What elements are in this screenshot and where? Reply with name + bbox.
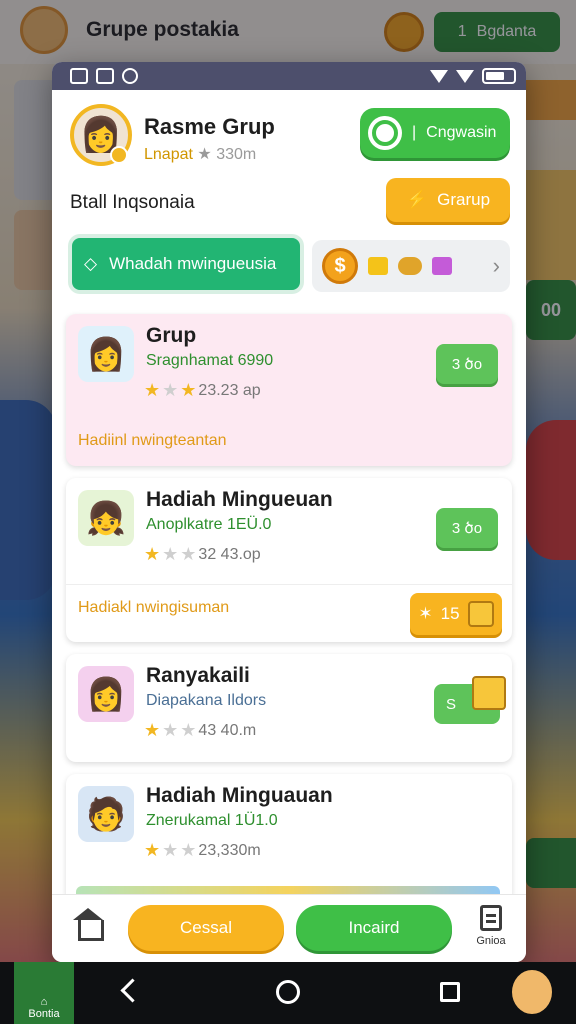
status-toggle-button[interactable]: | Cngwasin: [360, 108, 510, 158]
star-icon: ★: [144, 720, 161, 740]
card-avatar: 👩: [78, 326, 134, 382]
star-empty-icon: ★: [162, 380, 179, 400]
nav-home-tab[interactable]: ⌂ Bontia: [14, 962, 74, 1024]
status-bar-right: [430, 68, 516, 84]
card-join-button[interactable]: 3 ծo: [436, 344, 498, 384]
coin-badge-icon: [110, 146, 128, 164]
card-footer-label: Hadiakl nwingisuman: [78, 599, 230, 616]
group-modal: 👩 Rasme Grup Lnapat ★ 330m | Cngwasin Bt…: [52, 62, 526, 962]
gold-cube-icon: [368, 257, 388, 275]
wifi-icon: [430, 69, 448, 83]
group-card[interactable]: 👩 Grup Sragnhamat 6990 ★ ★ ★ 23.23 ap 3 …: [66, 314, 512, 466]
star-empty-icon: ★: [180, 840, 197, 860]
system-navigation-bar: ⌂ Bontia: [0, 962, 576, 1024]
star-icon: ★: [144, 380, 161, 400]
profile-level: Lnapat: [144, 146, 193, 163]
gold-coins-icon: [398, 257, 422, 275]
card-rating-value: 23.23 ap: [198, 381, 261, 399]
star-empty-icon: ★: [162, 840, 179, 860]
cancel-button[interactable]: Cessal: [128, 905, 284, 951]
confirm-button[interactable]: Incaird: [296, 905, 452, 951]
card-avatar: 🧑: [78, 786, 134, 842]
card-rating: ★ ★ ★ 32 43.op: [144, 544, 261, 565]
home-circle-icon[interactable]: [276, 980, 300, 1004]
battery-icon: [482, 68, 516, 84]
group-card[interactable]: 👧 Hadiah Mingueuan Anoplkatre 1EÜ.0 ★ ★ …: [66, 478, 512, 642]
weekly-button-label: Whadah mwingueusia: [109, 254, 277, 273]
profile-name: Rasme Grup: [144, 114, 275, 139]
grup-button[interactable]: ⚡ Grarup: [386, 178, 510, 222]
claim-reward-button[interactable]: ✶ 15: [410, 593, 502, 635]
gift-outline-icon: ◇: [84, 254, 98, 273]
document-button[interactable]: Gnioa: [466, 905, 516, 955]
card-desc: Diapakana Ildors: [146, 692, 267, 709]
check-icon: [122, 68, 138, 84]
card-rating: ★ ★ ★ 23,330m: [144, 840, 261, 861]
modal-content: 👩 Rasme Grup Lnapat ★ 330m | Cngwasin Bt…: [52, 90, 526, 904]
card-rating: ★ ★ ★ 23.23 ap: [144, 380, 261, 401]
star-empty-icon: ★: [180, 544, 197, 564]
treasure-chest-icon: [467, 601, 494, 627]
group-card[interactable]: 🧑 Hadiah Minguauan Znerukamal 1Ü1.0 ★ ★ …: [66, 774, 512, 904]
coin-icon: $: [322, 248, 358, 284]
profile-stars: 330m: [216, 146, 257, 163]
star-icon: ★: [144, 840, 161, 860]
home-icon: ⌂: [40, 996, 48, 1008]
chevron-right-icon: ›: [492, 253, 500, 278]
document-label: Gnioa: [476, 935, 506, 947]
purple-gem-icon: [432, 257, 452, 275]
star-empty-icon: ★: [180, 720, 197, 740]
nav-tab-label: Bontia: [28, 1008, 60, 1020]
card-footer: Hadiakl nwingisuman ✶ 15: [66, 584, 512, 642]
reward-count: 15: [440, 604, 460, 623]
modal-bottom-bar: Cessal Incaird Gnioa: [52, 894, 526, 962]
card-name: Hadiah Mingueuan: [146, 488, 333, 511]
star-icon: ★: [180, 380, 197, 400]
card-desc: Znerukamal 1Ü1.0: [146, 812, 278, 829]
document-icon: [480, 905, 502, 931]
profile-subtitle: Lnapat ★ 330m: [144, 144, 256, 164]
card-name: Hadiah Minguauan: [146, 784, 333, 807]
weekly-reward-button[interactable]: ◇ Whadah mwingueusia: [72, 238, 300, 290]
card-join-button[interactable]: 3 ծo: [436, 508, 498, 548]
home-button[interactable]: [52, 895, 124, 962]
status-bar: [52, 62, 526, 90]
card-rating-value: 43 40.m: [198, 721, 257, 739]
sparkle-icon: ✶: [418, 604, 433, 623]
treasure-chest-icon: [472, 676, 506, 710]
signal-icon: [456, 69, 474, 83]
card-chest-button[interactable]: S: [434, 676, 506, 724]
back-icon[interactable]: [116, 978, 142, 1004]
card-chest-label: S: [446, 695, 457, 713]
lightning-icon: ⚡: [405, 190, 428, 209]
notification-icon: [70, 68, 88, 84]
star-icon: ★: [144, 544, 161, 564]
next-card-strip: [76, 886, 500, 894]
card-rating: ★ ★ ★ 43 40.m: [144, 720, 256, 741]
card-name: Ranyakaili: [146, 664, 250, 687]
nav-avatar: [512, 970, 552, 1014]
card-rating-value: 23,330m: [198, 841, 261, 859]
card-desc: Anoplkatre 1EÜ.0: [146, 516, 272, 533]
reward-preview-row[interactable]: $ ›: [312, 240, 510, 292]
star-icon: ★: [197, 146, 212, 163]
card-avatar: 👧: [78, 490, 134, 546]
section-label: Btall Inqsonaia: [70, 192, 195, 213]
status-button-divider: |: [412, 124, 417, 141]
grup-button-label: Grarup: [437, 190, 491, 209]
card-name: Grup: [146, 324, 197, 347]
card-footer: Hadiinl nwingteantan: [78, 432, 227, 449]
status-bar-left: [70, 68, 138, 84]
status-button-label: Cngwasin: [426, 124, 497, 141]
card-desc: Sragnhamat 6990: [146, 352, 274, 369]
recent-apps-icon[interactable]: [440, 982, 460, 1002]
group-card[interactable]: 👩 Ranyakaili Diapakana Ildors ★ ★ ★ 43 4…: [66, 654, 512, 762]
home-icon: [73, 908, 104, 941]
card-avatar: 👩: [78, 666, 134, 722]
card-rating-value: 32 43.op: [198, 545, 261, 563]
star-empty-icon: ★: [162, 720, 179, 740]
message-icon: [96, 68, 114, 84]
star-empty-icon: ★: [162, 544, 179, 564]
toggle-ring-icon: [368, 116, 402, 150]
